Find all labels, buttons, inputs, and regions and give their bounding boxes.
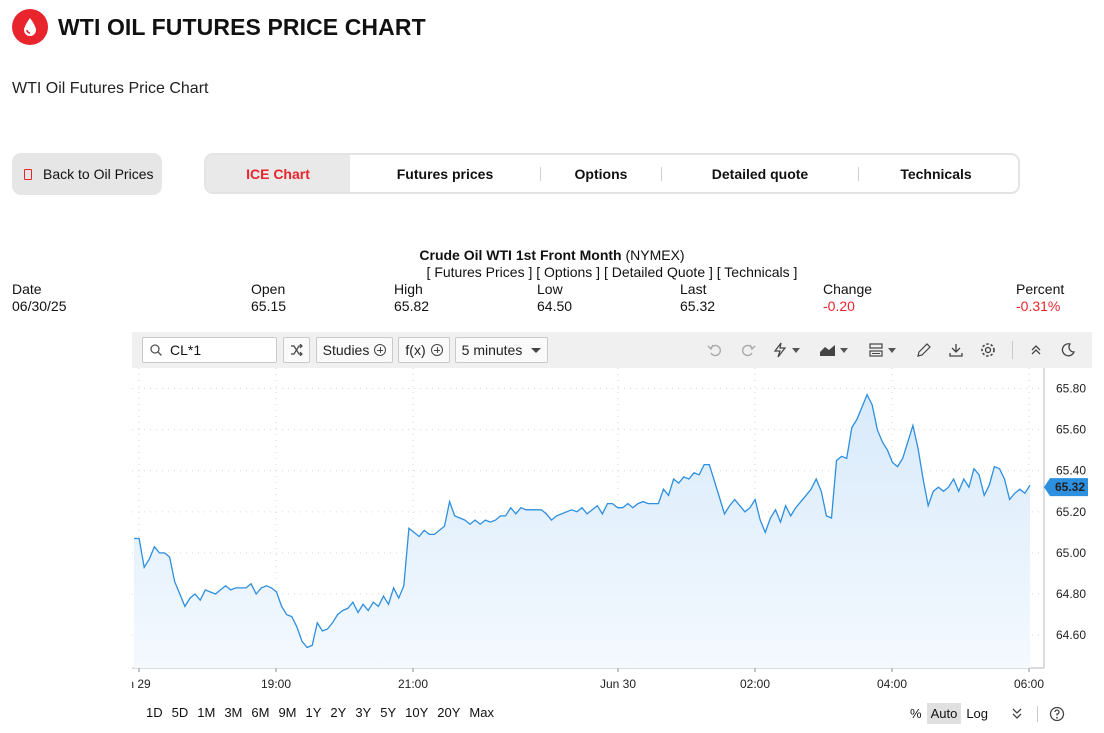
x-tick-label: 04:00 (877, 677, 907, 691)
quote-percent: -0.31% (1016, 298, 1061, 314)
price-chart: 64.60 64.80 65.00 65.20 65.40 65.60 65.80 n 29 1… (132, 332, 1092, 732)
period-button-5d[interactable]: 5D (172, 705, 189, 720)
undo-icon[interactable] (705, 340, 725, 360)
plus-icon (430, 344, 443, 356)
x-tick-label: 02:00 (740, 677, 770, 691)
symbol-value: CL*1 (170, 342, 202, 358)
quote-open: 65.15 (251, 298, 287, 314)
scale-percent-button[interactable]: % (906, 703, 926, 724)
chevron-down-icon (531, 347, 542, 353)
interval-dropdown[interactable]: 5 minutes (455, 337, 548, 363)
x-tick-label: 06:00 (1014, 677, 1044, 691)
page-subtitle: WTI Oil Futures Price Chart (12, 80, 209, 97)
x-tick-label: 21:00 (398, 677, 428, 691)
tab-ice-chart[interactable]: ICE Chart (206, 155, 350, 192)
back-icon (24, 168, 32, 180)
quote-change: -0.20 (823, 298, 855, 314)
instrument-name: Crude Oil WTI 1st Front Month (419, 247, 622, 263)
x-tick-label: 19:00 (261, 677, 291, 691)
chevrons-down-icon[interactable] (1007, 708, 1027, 719)
interval-value: 5 minutes (461, 342, 523, 358)
y-tick-label: 64.60 (1056, 628, 1086, 642)
collapse-icon[interactable] (1026, 340, 1046, 360)
quote-percent-label: Percent (1016, 281, 1065, 297)
lightning-icon[interactable] (770, 340, 800, 360)
fx-label: f(x) (405, 342, 426, 358)
quote-low-label: Low (537, 281, 563, 297)
y-tick-label: 65.60 (1056, 423, 1086, 437)
period-button-6m[interactable]: 6M (251, 705, 269, 720)
period-button-1y[interactable]: 1Y (306, 705, 322, 720)
x-tick-label: n 29 (132, 677, 151, 691)
tab-options[interactable]: Options (541, 155, 661, 192)
pencil-icon[interactable] (914, 340, 934, 360)
instrument-exchange: (NYMEX) (625, 247, 685, 263)
period-button-1d[interactable]: 1D (146, 705, 163, 720)
area-chart-icon[interactable] (818, 340, 848, 360)
price-area-fill (134, 394, 1030, 668)
scale-options: % Auto Log (906, 703, 1067, 724)
quote-last: 65.32 (680, 298, 716, 314)
studies-label: Studies (322, 342, 370, 358)
quote-last-label: Last (680, 281, 707, 297)
quote-date-label: Date (12, 281, 42, 297)
chart-toolbar: CL*1 Studies f(x) 5 minutes (132, 332, 1092, 368)
period-button-3m[interactable]: 3M (224, 705, 242, 720)
layout-icon[interactable] (866, 340, 896, 360)
x-tick-label: Jun 30 (600, 677, 636, 691)
period-button-20y[interactable]: 20Y (437, 705, 460, 720)
gear-icon[interactable] (978, 340, 998, 360)
period-button-1m[interactable]: 1M (197, 705, 215, 720)
scale-log-button[interactable]: Log (962, 703, 992, 724)
search-icon (150, 344, 162, 356)
instrument-heading: Crude Oil WTI 1st Front Month (NYMEX) (0, 247, 1104, 263)
page-title: WTI OIL FUTURES PRICE CHART (58, 13, 426, 40)
y-tick-label: 65.40 (1056, 464, 1086, 478)
period-button-5y[interactable]: 5Y (380, 705, 396, 720)
shuffle-icon (291, 344, 303, 356)
scale-auto-button[interactable]: Auto (926, 703, 962, 724)
period-button-2y[interactable]: 2Y (330, 705, 346, 720)
tab-futures-prices[interactable]: Futures prices (350, 155, 540, 192)
fx-button[interactable]: f(x) (398, 337, 450, 363)
compare-button[interactable] (283, 337, 310, 363)
quote-low: 64.50 (537, 298, 573, 314)
instrument-links[interactable]: [ Futures Prices ] [ Options ] [ Detaile… (0, 264, 1104, 280)
period-selector: 1D 5D 1M 3M 6M 9M 1Y 2Y 3Y 5Y 10Y 20Y Max (146, 705, 503, 720)
period-button-10y[interactable]: 10Y (405, 705, 428, 720)
studies-button[interactable]: Studies (316, 337, 393, 363)
quote-high-label: High (394, 281, 423, 297)
last-price-label: 65.32 (1055, 480, 1085, 494)
period-button-max[interactable]: Max (469, 705, 494, 720)
chart-tabs: ICE Chart Futures prices Options Detaile… (204, 153, 1020, 194)
page-header: WTI OIL FUTURES PRICE CHART (12, 9, 426, 45)
period-button-3y[interactable]: 3Y (355, 705, 371, 720)
help-icon[interactable] (1047, 706, 1067, 722)
y-tick-label: 64.80 (1056, 587, 1086, 601)
y-tick-label: 65.20 (1056, 505, 1086, 519)
quote-open-label: Open (251, 281, 286, 297)
y-tick-label: 65.00 (1056, 546, 1086, 560)
y-tick-label: 65.80 (1056, 382, 1086, 396)
tab-technicals[interactable]: Technicals (859, 155, 1013, 192)
moon-icon[interactable] (1058, 340, 1078, 360)
quote-high: 65.82 (394, 298, 430, 314)
period-button-9m[interactable]: 9M (278, 705, 296, 720)
chart-canvas[interactable]: 64.60 64.80 65.00 65.20 65.40 65.60 65.80 n 29 1… (132, 332, 1092, 697)
toolbar-divider (1012, 341, 1013, 359)
back-to-oil-prices-button[interactable]: Back to Oil Prices (12, 153, 162, 195)
redo-icon[interactable] (738, 340, 758, 360)
download-icon[interactable] (946, 340, 966, 360)
plus-icon (374, 344, 387, 356)
symbol-search-input[interactable]: CL*1 (142, 337, 277, 363)
tab-detailed-quote[interactable]: Detailed quote (662, 155, 858, 192)
oil-drop-icon (12, 9, 48, 45)
quote-date: 06/30/25 (12, 298, 67, 314)
back-button-label: Back to Oil Prices (43, 166, 154, 182)
quote-change-label: Change (823, 281, 873, 297)
